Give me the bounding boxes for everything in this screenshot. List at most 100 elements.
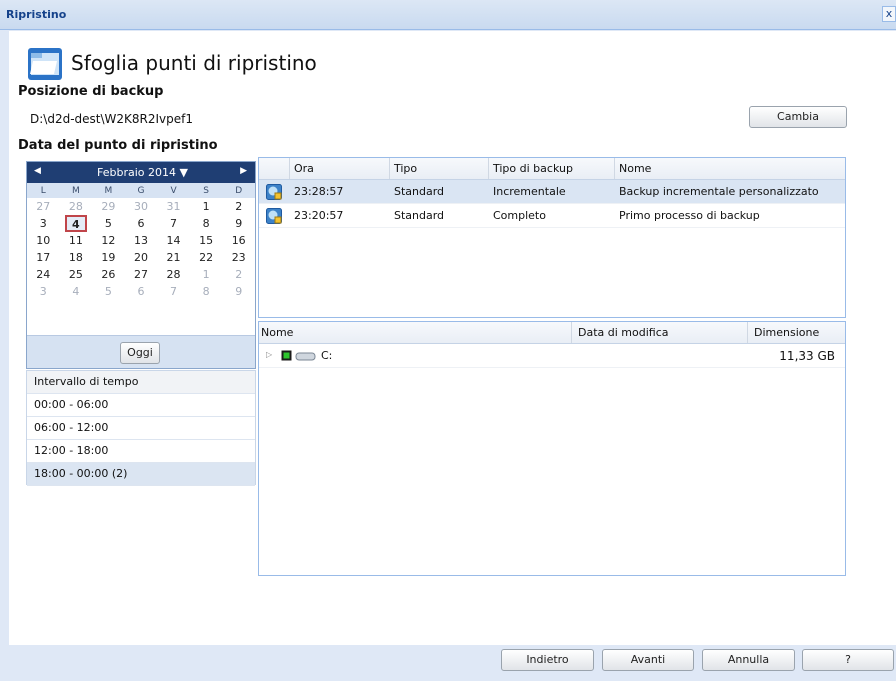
time-interval-item[interactable]: 06:00 - 12:00 <box>27 417 255 440</box>
column-header-modified[interactable]: Data di modifica <box>571 322 669 343</box>
calendar-day[interactable]: 22 <box>190 249 223 266</box>
time-interval-item-selected[interactable]: 18:00 - 00:00 (2) <box>27 463 255 486</box>
weekday-label: L <box>27 183 60 198</box>
chevron-down-icon: ▼ <box>179 166 188 179</box>
weekday-label: S <box>189 183 223 198</box>
calendar-day[interactable]: 28 <box>60 198 93 215</box>
window-titlebar: Ripristino x <box>0 0 896 30</box>
calendar-day[interactable]: 21 <box>157 249 190 266</box>
drive-name: C: <box>321 349 333 362</box>
calendar-week: 17 18 19 20 21 22 23 <box>27 249 255 266</box>
today-button[interactable]: Oggi <box>120 342 160 364</box>
cancel-button[interactable]: Annulla <box>702 649 795 671</box>
drive-icon <box>281 350 316 361</box>
month-picker[interactable]: Febbraio 2014 ▼ <box>97 166 188 179</box>
column-header-backup-type[interactable]: Tipo di backup <box>488 158 573 179</box>
time-interval-header: Intervallo di tempo <box>27 371 255 394</box>
calendar-day[interactable]: 28 <box>157 266 190 283</box>
calendar-day[interactable]: 20 <box>125 249 158 266</box>
folder-icon <box>28 48 62 80</box>
calendar-day[interactable]: 3 <box>27 283 60 300</box>
dialog-content: Sfoglia punti di ripristino Posizione di… <box>9 31 896 645</box>
calendar-day[interactable]: 19 <box>92 249 125 266</box>
calendar-footer: Oggi <box>27 335 255 368</box>
previous-month-icon[interactable]: ◀ <box>34 166 41 176</box>
calendar-day[interactable]: 4 <box>60 283 93 300</box>
calendar-day[interactable]: 14 <box>157 232 190 249</box>
calendar-day[interactable]: 2 <box>222 198 255 215</box>
calendar: ◀ Febbraio 2014 ▼ ▶ L M M G V S D 27 28 <box>26 161 256 369</box>
weekday-label: V <box>157 183 190 198</box>
calendar-day[interactable]: 6 <box>125 283 158 300</box>
grid-header: Ora Tipo Tipo di backup Nome <box>259 158 845 180</box>
table-row[interactable]: 23:20:57 Standard Completo Primo process… <box>259 204 845 228</box>
calendar-day[interactable]: 25 <box>60 266 93 283</box>
column-header-size[interactable]: Dimensione <box>747 322 819 343</box>
cell-backup-type: Completo <box>493 209 546 222</box>
time-interval-item[interactable]: 00:00 - 06:00 <box>27 394 255 417</box>
calendar-day[interactable]: 6 <box>125 215 158 232</box>
column-header-name[interactable]: Nome <box>614 158 651 179</box>
back-button[interactable]: Indietro <box>501 649 594 671</box>
calendar-day[interactable]: 16 <box>222 232 255 249</box>
cell-type: Standard <box>394 185 445 198</box>
cell-name: Primo processo di backup <box>619 209 760 222</box>
weekday-label: G <box>124 183 158 198</box>
calendar-day[interactable]: 7 <box>157 283 190 300</box>
calendar-day[interactable]: 10 <box>27 232 60 249</box>
backup-point-icon <box>266 184 282 200</box>
next-button[interactable]: Avanti <box>602 649 694 671</box>
recovery-date-label: Data del punto di ripristino <box>18 138 218 153</box>
backup-location-path: D:\d2d-dest\W2K8R2Ivpef1 <box>30 112 194 126</box>
calendar-day[interactable]: 11 <box>60 232 93 249</box>
calendar-day[interactable]: 7 <box>157 215 190 232</box>
calendar-day[interactable]: 26 <box>92 266 125 283</box>
calendar-day[interactable]: 17 <box>27 249 60 266</box>
close-icon[interactable]: x <box>882 6 896 22</box>
window-title: Ripristino <box>6 8 67 21</box>
weekday-label: M <box>92 183 125 198</box>
calendar-day[interactable]: 5 <box>92 215 125 232</box>
calendar-day[interactable]: 5 <box>92 283 125 300</box>
cell-name: Backup incrementale personalizzato <box>619 185 819 198</box>
calendar-day[interactable]: 29 <box>92 198 125 215</box>
cell-backup-type: Incrementale <box>493 185 566 198</box>
calendar-day[interactable]: 15 <box>190 232 223 249</box>
calendar-week: 24 25 26 27 28 1 2 <box>27 266 255 283</box>
calendar-day[interactable]: 3 <box>27 215 60 232</box>
calendar-day[interactable]: 23 <box>222 249 255 266</box>
column-header-time[interactable]: Ora <box>289 158 314 179</box>
calendar-day[interactable]: 30 <box>125 198 158 215</box>
calendar-day[interactable]: 8 <box>190 215 223 232</box>
page-title: Sfoglia punti di ripristino <box>71 51 317 75</box>
selected-day-label: 4 <box>64 215 87 232</box>
calendar-day[interactable]: 12 <box>92 232 125 249</box>
calendar-day-selected[interactable]: 4 <box>60 215 93 232</box>
expand-arrow-icon[interactable]: ▷ <box>266 350 272 359</box>
calendar-day[interactable]: 27 <box>27 198 60 215</box>
calendar-day[interactable]: 13 <box>125 232 158 249</box>
file-browser-grid: Nome Data di modifica Dimensione ▷ C: 11… <box>258 321 846 576</box>
time-interval-item[interactable]: 12:00 - 18:00 <box>27 440 255 463</box>
calendar-day[interactable]: 1 <box>190 198 223 215</box>
column-header-type[interactable]: Tipo <box>389 158 417 179</box>
tree-row[interactable]: ▷ C: 11,33 GB <box>259 344 845 368</box>
calendar-day[interactable]: 31 <box>157 198 190 215</box>
column-header-name[interactable]: Nome <box>261 322 293 343</box>
calendar-day[interactable]: 1 <box>190 266 223 283</box>
weekday-label: M <box>59 183 93 198</box>
calendar-day[interactable]: 9 <box>222 215 255 232</box>
next-month-icon[interactable]: ▶ <box>240 166 247 176</box>
help-button[interactable]: ? <box>802 649 894 671</box>
calendar-day[interactable]: 27 <box>125 266 158 283</box>
table-row[interactable]: 23:28:57 Standard Incrementale Backup in… <box>259 180 845 204</box>
calendar-week: 3 4 5 6 7 8 9 <box>27 283 255 300</box>
calendar-day[interactable]: 9 <box>222 283 255 300</box>
grid-header: Nome Data di modifica Dimensione <box>259 322 845 344</box>
calendar-day[interactable]: 2 <box>222 266 255 283</box>
drive-size: 11,33 GB <box>779 349 835 363</box>
change-button[interactable]: Cambia <box>749 106 847 128</box>
calendar-day[interactable]: 24 <box>27 266 60 283</box>
calendar-day[interactable]: 18 <box>60 249 93 266</box>
calendar-day[interactable]: 8 <box>190 283 223 300</box>
